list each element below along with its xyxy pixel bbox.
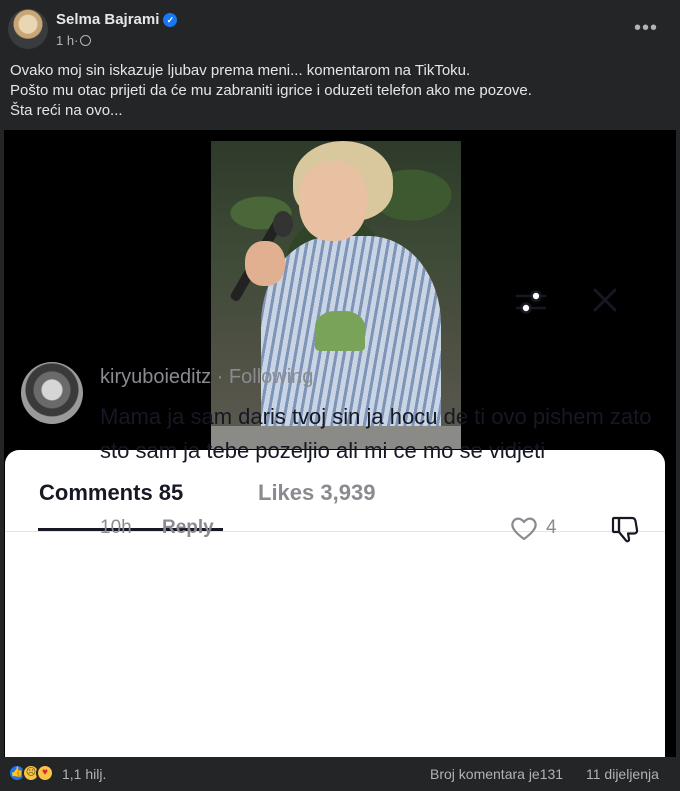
reactions-count[interactable]: 1,1 hilj.	[62, 766, 106, 782]
post-text-line: Pošto mu otac prijeti da će mu zabraniti…	[10, 82, 532, 99]
tab-comments[interactable]: Comments 85	[39, 480, 183, 506]
commenter-username[interactable]: kiryuboieditz · Following	[100, 366, 313, 389]
post-header: Selma Bajrami ✓ 1 h· •••	[0, 0, 680, 58]
post-time[interactable]: 1 h	[56, 33, 74, 48]
post-text-line: Ovako moj sin iskazuje ljubav prema meni…	[10, 62, 471, 79]
author-name-row: Selma Bajrami ✓	[56, 11, 178, 28]
post-text-line: Šta reći na ovo...	[10, 102, 123, 119]
tiktok-comments-panel: Comments 85 Likes 3,939	[5, 450, 665, 757]
microphone-head	[273, 211, 293, 237]
post-media[interactable]: Comments 85 Likes 3,939 kiryuboieditz · …	[0, 130, 680, 757]
comment-likes: 4	[546, 517, 557, 538]
heart-icon[interactable]	[510, 515, 538, 541]
comments-count[interactable]: Broj komentara je131	[430, 766, 563, 782]
verified-icon: ✓	[163, 13, 178, 27]
shares-count[interactable]: 11 dijeljenja	[586, 766, 659, 782]
comment-time: 10h	[100, 517, 132, 538]
globe-icon	[80, 35, 92, 46]
photo-hand	[245, 241, 285, 286]
post-text: Ovako moj sin iskazuje ljubav prema meni…	[10, 61, 670, 121]
author-name[interactable]: Selma Bajrami	[56, 11, 159, 28]
photo-face	[299, 161, 367, 241]
dislike-icon[interactable]	[610, 515, 640, 543]
meta-separator: ·	[74, 33, 79, 48]
filter-icon[interactable]	[514, 285, 548, 319]
tab-likes[interactable]: Likes 3,939	[258, 480, 375, 506]
photo-top	[315, 311, 365, 351]
author-avatar[interactable]	[8, 9, 48, 49]
commenter-avatar[interactable]	[21, 362, 83, 424]
reply-button[interactable]: Reply	[162, 517, 214, 539]
care-reaction-icon[interactable]: ♥	[36, 764, 54, 782]
post-meta: 1 h·	[56, 33, 92, 48]
post-footer: 👍 ☹ ♥ 1,1 hilj. Broj komentara je131 11 …	[0, 757, 680, 791]
close-icon[interactable]	[590, 285, 620, 315]
more-icon[interactable]: •••	[634, 17, 658, 40]
comment-text: Mama ja sam daris tvoj sin ja hocu de ti…	[100, 404, 652, 463]
